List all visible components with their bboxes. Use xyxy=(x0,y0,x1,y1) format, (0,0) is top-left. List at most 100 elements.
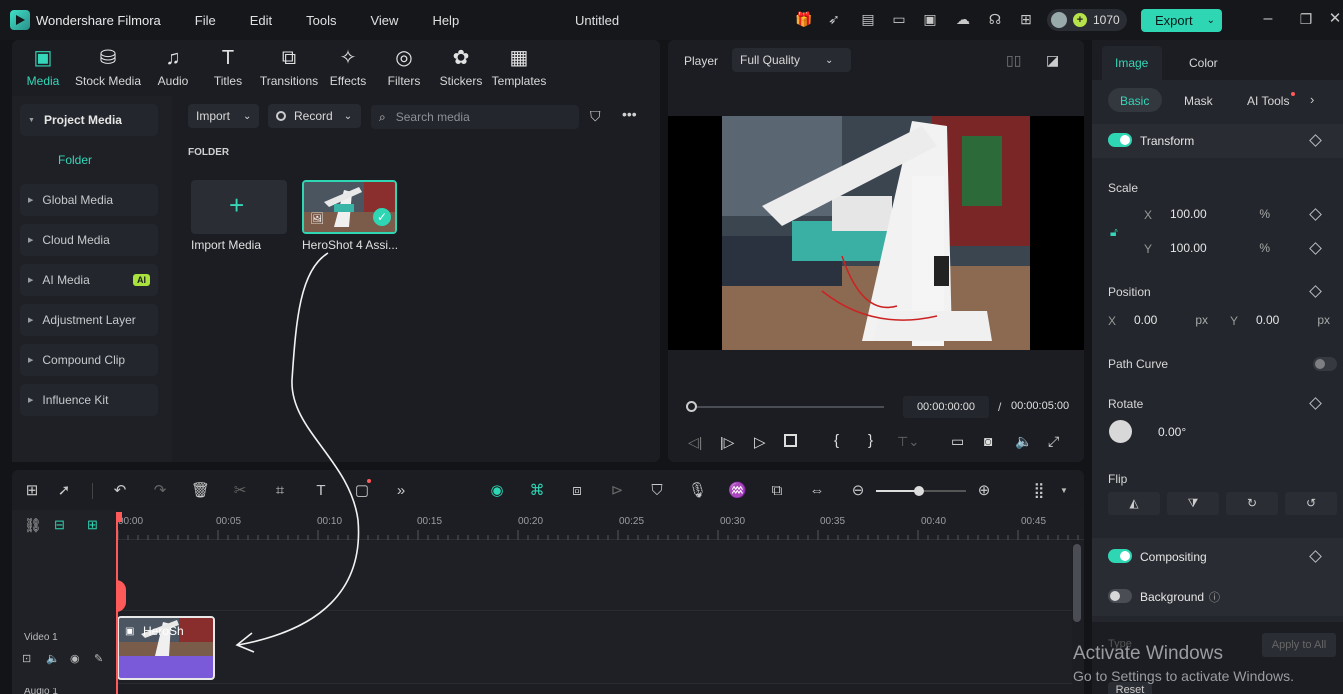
rotate-field[interactable]: 0.00° xyxy=(1148,420,1338,444)
select-tool-icon[interactable]: ➚ xyxy=(55,482,73,500)
record-button[interactable]: Record ⌄ xyxy=(268,104,361,128)
sidebar-adjustment-layer[interactable]: ▶ Adjustment Layer xyxy=(20,304,158,336)
display-icon[interactable]: ▭ xyxy=(951,433,964,450)
tool-stock-media[interactable]: ⛁ Stock Media xyxy=(73,46,143,88)
media-library-icon[interactable]: ▤ xyxy=(860,11,876,27)
rotate-dial[interactable] xyxy=(1109,420,1132,443)
gift-icon[interactable]: 🎁 xyxy=(795,11,812,27)
fit-icon[interactable]: ⇔ xyxy=(808,482,826,500)
chevron-right-icon[interactable]: › xyxy=(1310,92,1314,107)
chevron-down-icon[interactable]: ⌄ xyxy=(1207,15,1215,26)
delete-icon[interactable]: 🗑 xyxy=(191,482,210,500)
subtab-mask[interactable]: Mask xyxy=(1184,94,1213,108)
ai-copilot-icon[interactable]: ◉ xyxy=(488,482,506,500)
link-icon[interactable]: ⊟ xyxy=(54,517,65,533)
subtab-ai-tools[interactable]: AI Tools xyxy=(1247,94,1289,108)
fullscreen-icon[interactable]: ⤢ xyxy=(1048,433,1059,450)
redo-icon[interactable]: ↷ xyxy=(151,482,169,500)
unlink-icon[interactable]: ⛓ xyxy=(24,517,42,534)
maximize-icon[interactable]: ❐ xyxy=(1298,11,1314,27)
more-tools-icon[interactable]: » xyxy=(392,482,410,500)
sidebar-project-media[interactable]: ▼ Project Media xyxy=(20,104,158,136)
mark-in-icon[interactable]: { xyxy=(834,432,839,449)
apply-to-all-button[interactable]: Apply to All xyxy=(1262,633,1336,657)
sidebar-folder[interactable]: Folder xyxy=(58,153,92,167)
tool-templates[interactable]: ▦ Templates xyxy=(484,46,554,88)
zoom-slider-handle[interactable] xyxy=(914,486,924,496)
import-media-tile[interactable]: + xyxy=(191,180,287,234)
credits-badge[interactable]: + 1070 xyxy=(1047,9,1127,31)
transform-toggle[interactable] xyxy=(1108,133,1132,147)
rotate-left-icon[interactable]: ↺ xyxy=(1285,492,1337,515)
flip-horizontal-icon[interactable]: ◭ xyxy=(1108,492,1160,515)
menu-edit[interactable]: Edit xyxy=(250,13,272,28)
sidebar-compound-clip[interactable]: ▶ Compound Clip xyxy=(20,344,158,376)
monitor-icon[interactable]: ▭ xyxy=(891,11,907,27)
zoom-out-icon[interactable]: ⊖ xyxy=(849,482,867,500)
auto-reframe-icon[interactable]: ⧈ xyxy=(568,482,586,500)
grid-view-icon[interactable]: ▯▯ xyxy=(1006,52,1021,69)
support-headset-icon[interactable]: ☊ xyxy=(987,11,1003,27)
flip-vertical-icon[interactable]: ⧩ xyxy=(1167,492,1219,515)
prev-frame-icon[interactable]: ◁| xyxy=(688,434,702,451)
menu-file[interactable]: File xyxy=(195,13,216,28)
caret-down-icon[interactable]: ▼ xyxy=(1060,486,1068,495)
layout-grid-icon[interactable]: ⊞ xyxy=(23,482,41,500)
insert-icon[interactable]: ⊤⌄ xyxy=(897,434,919,450)
sidebar-ai-media[interactable]: ▶ AI Media AI xyxy=(20,264,158,296)
magic-wand-icon[interactable]: ✎ xyxy=(94,652,103,665)
menu-view[interactable]: View xyxy=(370,13,398,28)
playhead-handle[interactable] xyxy=(116,512,122,522)
replace-icon[interactable]: ⧉ xyxy=(768,482,786,500)
progress-handle[interactable] xyxy=(686,401,697,412)
close-icon[interactable]: ✕ xyxy=(1328,11,1342,27)
progress-track[interactable] xyxy=(690,406,884,408)
next-frame-icon[interactable]: |▷ xyxy=(720,434,734,451)
add-track-icon[interactable]: ⊞ xyxy=(87,517,98,533)
save-icon[interactable]: ▣ xyxy=(922,11,938,27)
folder-icon[interactable]: ⊡ xyxy=(22,652,31,665)
microphone-icon[interactable]: 🎙︎ xyxy=(688,482,707,500)
eye-icon[interactable]: ◉ xyxy=(70,652,80,665)
export-button[interactable]: Export ⌄ xyxy=(1141,9,1222,32)
crop-icon[interactable]: ⌗ xyxy=(271,482,289,500)
stop-icon[interactable] xyxy=(784,434,797,447)
menu-help[interactable]: Help xyxy=(432,13,459,28)
zoom-in-icon[interactable]: ⊕ xyxy=(975,482,993,500)
snap-magnet-icon[interactable]: ⌘ xyxy=(528,482,546,500)
timeline-clip[interactable]: ▣ HeroSh xyxy=(117,616,215,680)
lock-icon[interactable]: 🔓︎ xyxy=(1110,225,1118,240)
background-toggle[interactable] xyxy=(1108,589,1132,603)
filter-icon[interactable]: ⛉ xyxy=(590,108,601,125)
help-icon[interactable]: ⓘ xyxy=(1209,589,1220,605)
sidebar-influence-kit[interactable]: ▶ Influence Kit xyxy=(20,384,158,416)
track-options-icon[interactable]: ⣿ xyxy=(1030,482,1048,500)
search-input[interactable]: ⌕ Search media xyxy=(371,105,579,129)
split-scissors-icon[interactable]: ✂ xyxy=(231,482,249,500)
audio-mix-icon[interactable]: ♒ xyxy=(728,482,747,500)
preview-canvas[interactable] xyxy=(668,116,1084,350)
compositing-toggle[interactable] xyxy=(1108,549,1132,563)
playhead-tab[interactable] xyxy=(116,580,126,612)
marker-icon[interactable]: ▢ xyxy=(353,482,371,500)
sidebar-global-media[interactable]: ▶ Global Media xyxy=(20,184,158,216)
volume-icon[interactable]: 🔈 xyxy=(46,652,60,665)
play-icon[interactable]: ▷ xyxy=(754,433,766,451)
empty-track[interactable] xyxy=(116,541,1072,611)
text-tool-icon[interactable]: T xyxy=(312,482,330,500)
undo-icon[interactable]: ↶ xyxy=(111,482,129,500)
shield-icon[interactable]: ⛉ xyxy=(648,482,666,500)
tool-media[interactable]: ▣ Media xyxy=(8,46,78,88)
snapshot-camera-icon[interactable]: ◙ xyxy=(984,433,992,449)
video-track-1[interactable] xyxy=(116,612,1072,684)
minimize-icon[interactable]: – xyxy=(1260,11,1276,27)
scale-y-field[interactable]: 100.00% xyxy=(1160,236,1278,260)
volume-icon[interactable]: 🔈 xyxy=(1015,433,1032,450)
render-icon[interactable]: ⊳ xyxy=(608,482,626,500)
position-y-field[interactable]: 0.00 px xyxy=(1246,308,1338,332)
cloud-icon[interactable]: ☁ xyxy=(955,11,971,27)
menu-tools[interactable]: Tools xyxy=(306,13,336,28)
scale-x-field[interactable]: 100.00% xyxy=(1160,202,1278,226)
apps-grid-icon[interactable]: ⊞ xyxy=(1018,11,1034,27)
picture-icon[interactable]: ◪ xyxy=(1046,52,1059,69)
